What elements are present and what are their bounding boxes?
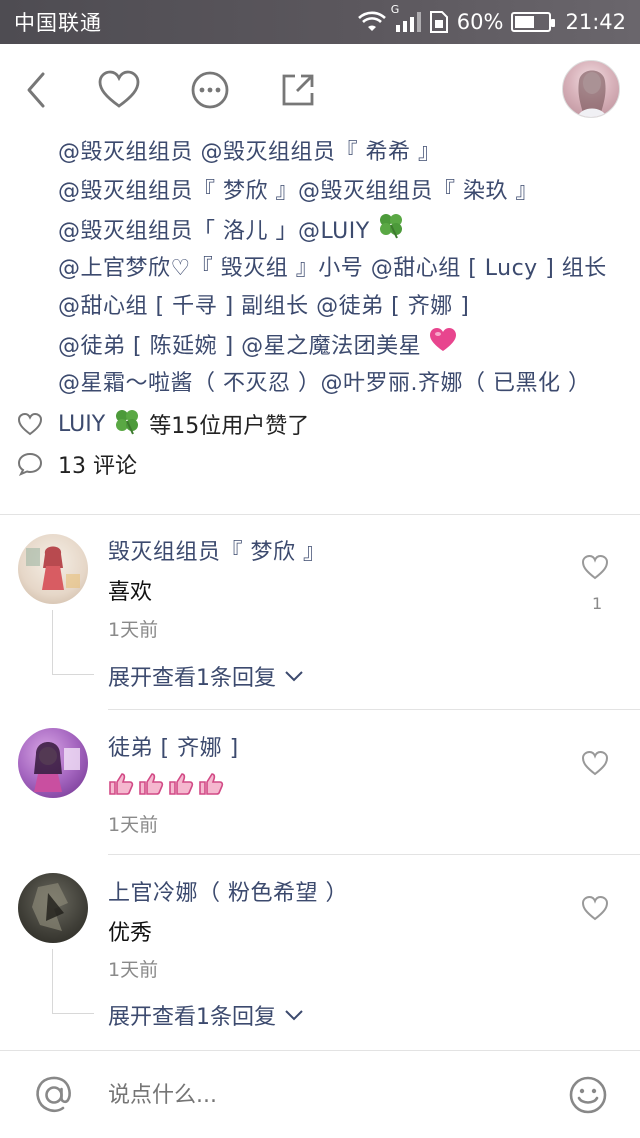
chevron-down-icon	[285, 1010, 303, 1021]
heart-outline-icon	[16, 410, 44, 438]
mention-text[interactable]: @徒弟 [ 陈延婉 ] @星之魔法团美星	[58, 333, 421, 358]
mention-line[interactable]: @毁灭组组员『 梦欣 』@毁灭组组员『 染玖 』	[58, 173, 633, 212]
mention-text[interactable]: @毁灭组组员『 梦欣 』@毁灭组组员『 染玖 』	[58, 179, 538, 204]
expand-replies-label: 展开查看1条回复	[108, 1005, 276, 1030]
pink-heart-icon	[429, 327, 457, 367]
heart-outline-icon	[581, 750, 609, 776]
chevron-down-icon	[285, 671, 303, 682]
more-options-button[interactable]	[188, 68, 232, 112]
comment-item[interactable]: 上官冷娜（ 粉色希望 ） 优秀 1天前 展开查看1条回复	[0, 855, 640, 1050]
mention-line[interactable]: @星霜～啦酱（ 不灭忍 ）@叶罗丽.齐娜（ 已黑化 ）	[58, 365, 633, 404]
clover-icon	[377, 211, 405, 253]
avatar[interactable]	[18, 534, 88, 604]
cell-signal-icon: G	[391, 3, 421, 33]
mention-button[interactable]	[32, 1073, 76, 1117]
comment-input-bar	[0, 1050, 640, 1138]
clover-icon	[113, 407, 141, 441]
battery-icon	[511, 12, 556, 32]
avatar-illustration-icon	[32, 883, 68, 931]
comments-summary[interactable]: 13 评论	[16, 445, 137, 483]
expand-replies-label: 展开查看1条回复	[108, 666, 276, 691]
speech-bubble-icon	[16, 450, 44, 478]
status-icons: G 60% 21:42	[357, 3, 626, 34]
mention-line[interactable]: @上官梦欣♡『 毁灭组 』小号 @甜心组 [ Lucy ] 组长	[58, 250, 633, 289]
comment-time: 1天前	[108, 814, 159, 836]
thumbs-up-icon	[139, 773, 164, 795]
comment-like-button[interactable]	[580, 748, 610, 778]
mention-text[interactable]: @毁灭组组员「 洛儿 」@LUIY	[58, 219, 370, 244]
network-type-label: G	[390, 3, 400, 16]
comment-author[interactable]: 徒弟 [ 齐娜 ]	[108, 730, 239, 762]
likes-count-text: 等15位用户赞了	[149, 414, 310, 439]
comment-author[interactable]: 上官冷娜（ 粉色希望 ）	[108, 875, 348, 907]
mention-text[interactable]: @上官梦欣♡『 毁灭组 』小号 @甜心组 [ Lucy ] 组长	[58, 256, 607, 281]
mention-line[interactable]: @毁灭组组员「 洛儿 」@LUIY	[58, 211, 633, 250]
thumbs-up-icon	[109, 773, 134, 795]
share-button[interactable]	[276, 68, 320, 112]
comment-time: 1天前	[108, 959, 159, 981]
comment-item[interactable]: 徒弟 [ 齐娜 ] 1天前	[0, 710, 640, 854]
comment-author[interactable]: 毁灭组组员『 梦欣 』	[108, 534, 326, 566]
wifi-icon	[357, 11, 387, 33]
chevron-left-icon	[27, 72, 45, 108]
thumbs-up-emoji-row	[108, 772, 224, 796]
emoji-button[interactable]	[566, 1073, 610, 1117]
sim-icon	[429, 11, 449, 33]
mention-list: @毁灭组组员 @毁灭组组员『 希希 』 @毁灭组组员『 梦欣 』@毁灭组组员『 …	[58, 134, 633, 404]
more-dots-icon	[191, 71, 229, 109]
at-sign-icon	[36, 1076, 71, 1113]
heart-outline-icon	[581, 895, 609, 921]
status-bar: 中国联通 G 60% 21:42	[0, 0, 640, 44]
heart-outline-icon	[98, 70, 140, 108]
thread-line	[52, 949, 53, 1013]
thread-line	[52, 610, 53, 674]
mention-text[interactable]: @毁灭组组员 @毁灭组组员『 希希 』	[58, 140, 440, 165]
comment-item[interactable]: 毁灭组组员『 梦欣 』 喜欢 1天前 1 展开查看1条回复	[0, 514, 640, 710]
expand-replies-button[interactable]: 展开查看1条回复	[108, 660, 304, 692]
likes-summary[interactable]: LUIY 等15位用户赞了	[16, 405, 309, 443]
avatar-illustration-icon	[34, 742, 80, 792]
thumbs-up-icon	[199, 773, 224, 795]
thread-hook	[52, 674, 94, 675]
comment-like-button[interactable]	[580, 552, 610, 582]
author-avatar[interactable]	[562, 60, 620, 118]
avatar[interactable]	[18, 728, 88, 798]
comment-like-count: 1	[592, 594, 603, 613]
comment-text: 优秀	[108, 921, 153, 946]
mention-line[interactable]: @甜心组 [ 千寻 ] 副组长 @徒弟 [ 齐娜 ]	[58, 288, 633, 327]
mention-text[interactable]: @星霜～啦酱（ 不灭忍 ）@叶罗丽.齐娜（ 已黑化 ）	[58, 371, 590, 396]
expand-replies-button[interactable]: 展开查看1条回复	[108, 999, 304, 1031]
like-post-button[interactable]	[97, 68, 141, 112]
back-button[interactable]	[14, 68, 58, 112]
thread-hook	[52, 1013, 94, 1014]
comment-time: 1天前	[108, 619, 159, 641]
mention-line[interactable]: @徒弟 [ 陈延婉 ] @星之魔法团美星	[58, 327, 633, 366]
post-toolbar	[0, 44, 640, 134]
comment-like-button[interactable]	[580, 893, 610, 923]
avatar[interactable]	[18, 873, 88, 943]
liker-names[interactable]: LUIY	[58, 412, 105, 437]
avatar-illustration-icon	[577, 70, 607, 117]
mention-text[interactable]: @甜心组 [ 千寻 ] 副组长 @徒弟 [ 齐娜 ]	[58, 294, 469, 319]
mention-line[interactable]: @毁灭组组员 @毁灭组组员『 希希 』	[58, 134, 633, 173]
share-external-icon	[282, 74, 314, 106]
comment-text: 喜欢	[108, 580, 153, 605]
clock: 21:42	[565, 10, 626, 34]
comment-input[interactable]	[108, 1075, 548, 1115]
heart-outline-icon	[581, 554, 609, 580]
carrier-name: 中国联通	[14, 11, 102, 35]
smiley-face-icon	[569, 1076, 607, 1114]
battery-percent: 60%	[456, 10, 504, 34]
comments-count-text: 13 评论	[58, 454, 137, 479]
avatar-illustration-icon	[26, 546, 80, 590]
thumbs-up-icon	[169, 773, 194, 795]
